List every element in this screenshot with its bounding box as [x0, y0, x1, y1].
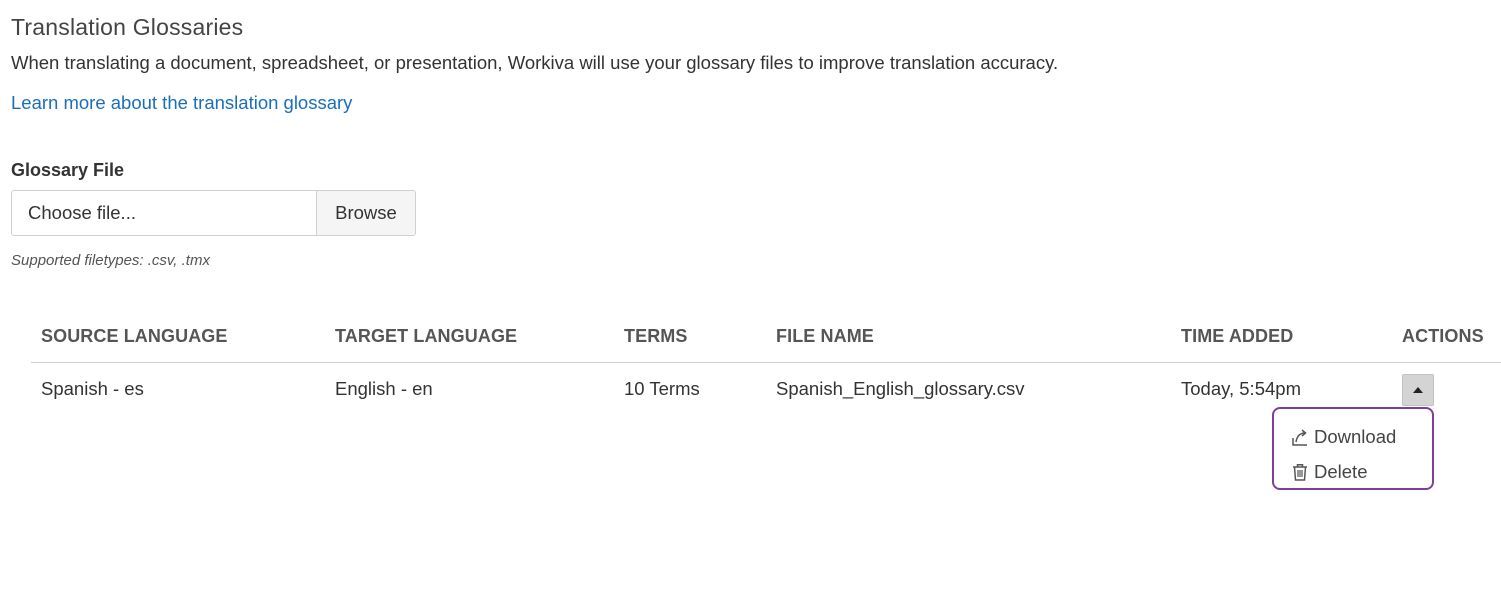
column-header-source-language: SOURCE LANGUAGE — [41, 326, 228, 346]
column-header-file-name: FILE NAME — [776, 326, 874, 346]
glossary-file-label: Glossary File — [11, 160, 125, 180]
supported-filetypes-hint: Supported filetypes: .csv, .tmx — [11, 252, 210, 269]
column-header-actions: ACTIONS — [1402, 326, 1484, 346]
cell-time-added: Today, 5:54pm — [1181, 378, 1301, 399]
column-header-time-added: TIME ADDED — [1181, 326, 1294, 346]
trash-icon — [1293, 463, 1307, 481]
delete-label: Delete — [1314, 460, 1368, 482]
table-header: SOURCE LANGUAGE TARGET LANGUAGE TERMS FI… — [31, 312, 1501, 363]
download-menu-item[interactable]: Download — [1274, 419, 1432, 454]
download-label: Download — [1314, 425, 1397, 447]
caret-up-icon — [1413, 387, 1423, 393]
download-icon — [1292, 428, 1307, 446]
learn-more-link[interactable]: Learn more about the translation glossar… — [11, 92, 352, 114]
page-title: Translation Glossaries — [11, 14, 244, 40]
cell-file-name: Spanish_English_glossary.csv — [776, 378, 1025, 399]
glossary-file-input[interactable]: Choose file... Browse — [11, 190, 416, 236]
translation-glossaries-page: Translation Glossaries When translating … — [0, 0, 1501, 600]
cell-terms: 10 Terms — [624, 378, 700, 399]
cell-source-language: Spanish - es — [41, 378, 144, 399]
file-input-placeholder[interactable]: Choose file... — [12, 191, 316, 235]
column-header-terms: TERMS — [624, 326, 688, 346]
actions-toggle-button[interactable] — [1402, 374, 1434, 406]
delete-menu-item[interactable]: Delete — [1274, 454, 1432, 489]
browse-button[interactable]: Browse — [316, 191, 415, 235]
column-header-target-language: TARGET LANGUAGE — [335, 326, 518, 346]
actions-dropdown-menu: Download Delete — [1272, 407, 1434, 490]
page-description: When translating a document, spreadsheet… — [11, 52, 1059, 73]
cell-target-language: English - en — [335, 378, 433, 399]
